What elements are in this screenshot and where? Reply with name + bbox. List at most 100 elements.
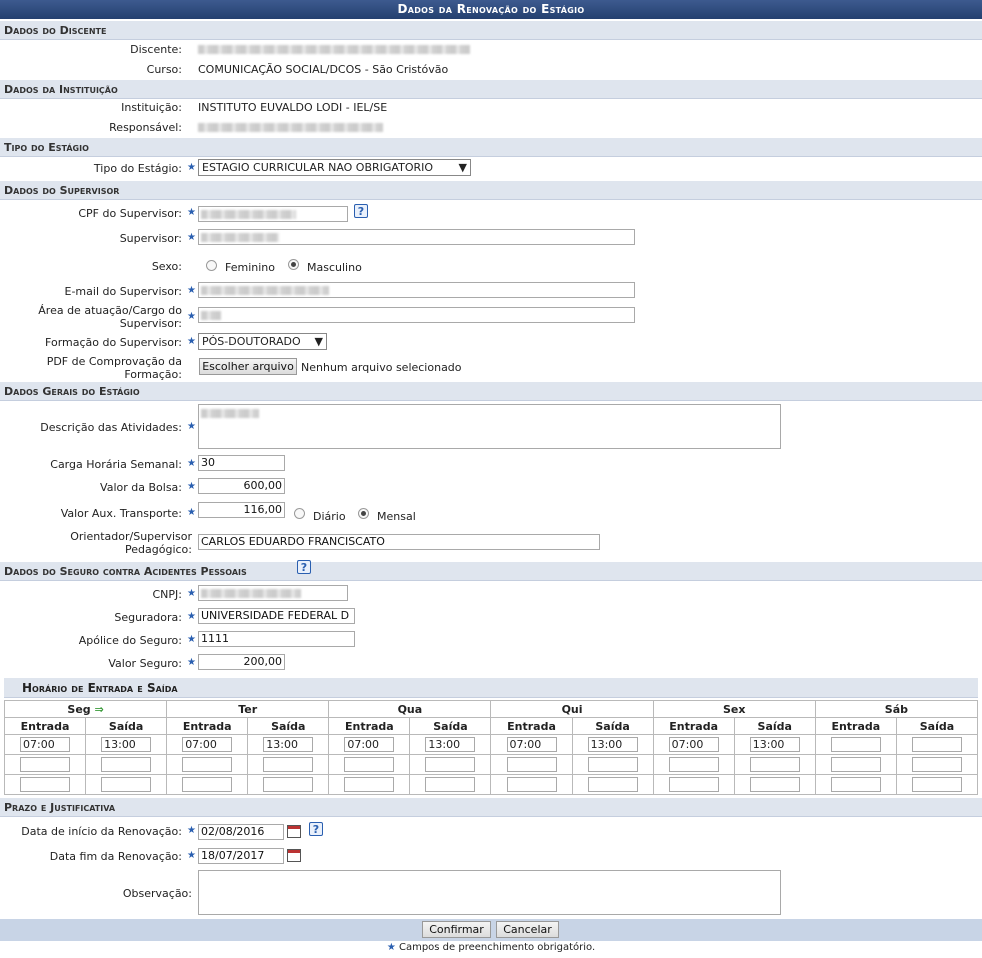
required-star: ★ [187,481,196,492]
schedule-cell [328,774,411,795]
required-star: ★ [187,232,196,243]
cnpj-input[interactable] [198,585,348,601]
transporte-input[interactable]: 116,00 [198,502,285,518]
required-star: ★ [187,421,196,432]
observacao-textarea[interactable] [198,870,781,915]
entrada-header: Entrada [166,717,249,735]
entrada-header: Entrada [652,717,735,735]
time-input[interactable]: 07:00 [668,737,719,752]
schedule-cell: 07:00 [328,734,411,755]
schedule-cell [571,774,654,795]
valor-seguro-input[interactable]: 200,00 [198,654,285,670]
time-input[interactable]: 13:00 [587,737,638,752]
page-title: Dados da Renovação do Estágio [0,0,982,19]
area-label: Área de atuação/Cargo do Supervisor: [38,304,182,330]
calendar-icon[interactable] [287,825,301,838]
time-input[interactable] [830,757,881,772]
schedule-cell: 13:00 [733,734,816,755]
time-input[interactable] [344,757,395,772]
time-input[interactable] [830,777,881,792]
discente-label: Discente: [130,43,182,56]
day-header: Sáb [814,700,979,718]
time-input[interactable] [668,757,719,772]
formacao-select[interactable]: PÓS-DOUTORADO ▼ [198,333,327,350]
schedule-cell: 13:00 [409,734,492,755]
radio-diario[interactable] [294,508,305,519]
masculino-label: Masculino [307,261,362,274]
saida-header: Saída [409,717,492,735]
apolice-input[interactable]: 1111 [198,631,355,647]
time-input[interactable] [344,777,395,792]
calendar-icon[interactable] [287,849,301,862]
help-icon[interactable]: ? [297,560,311,574]
day-label: Sex [722,702,746,716]
required-star: ★ [187,657,196,668]
time-input[interactable] [668,777,719,792]
schedule-cell [814,754,897,775]
time-input[interactable] [911,757,962,772]
time-input[interactable] [101,757,152,772]
time-input[interactable] [749,757,800,772]
descricao-textarea[interactable] [198,404,781,449]
time-input[interactable] [506,757,557,772]
help-icon[interactable]: ? [354,204,368,218]
email-input[interactable] [198,282,635,298]
time-input[interactable] [911,737,962,752]
radio-mensal[interactable] [358,508,369,519]
orientador-input[interactable]: CARLOS EDUARDO FRANCISCATO [198,534,600,550]
time-input[interactable]: 13:00 [749,737,800,752]
time-input[interactable] [263,757,314,772]
bolsa-input[interactable]: 600,00 [198,478,285,494]
time-input[interactable] [749,777,800,792]
tipo-select[interactable]: ESTAGIO CURRICULAR NAO OBRIGATORIO ▼ [198,159,471,176]
time-input[interactable]: 13:00 [263,737,314,752]
orientador-label: Orientador/Supervisor Pedagógico: [70,530,192,556]
time-input[interactable]: 07:00 [182,737,233,752]
schedule-row: 07:00 13:00 07:00 13:00 07:00 13:00 07:00 13:00… [3,734,979,755]
time-input[interactable] [182,757,233,772]
choose-file-button[interactable]: Escolher arquivo [199,358,297,375]
time-input[interactable] [425,757,476,772]
feminino-label: Feminino [225,261,275,274]
time-input[interactable] [20,777,71,792]
cancel-button[interactable]: Cancelar [496,921,559,938]
copy-arrow-icon[interactable]: ⇒ [91,703,104,716]
time-input[interactable]: 07:00 [20,737,71,752]
time-input[interactable] [587,777,638,792]
time-input[interactable]: 13:00 [425,737,476,752]
time-input[interactable] [20,757,71,772]
time-input[interactable] [587,757,638,772]
radio-masculino[interactable] [288,259,299,270]
time-input[interactable] [911,777,962,792]
schedule-cell [490,774,573,795]
time-input[interactable] [425,777,476,792]
cpf-input[interactable] [198,206,348,222]
time-input[interactable] [830,737,881,752]
time-input[interactable] [182,777,233,792]
fim-input[interactable]: 18/07/2017 [198,848,284,864]
schedule-cell [166,754,249,775]
help-icon[interactable]: ? [309,822,323,836]
section-discente: Dados do Discente [0,21,982,40]
seguradora-input[interactable]: UNIVERSIDADE FEDERAL D [198,608,355,624]
supervisor-input[interactable] [198,229,635,245]
time-input[interactable] [101,777,152,792]
time-input[interactable]: 07:00 [344,737,395,752]
time-input[interactable]: 07:00 [506,737,557,752]
diario-label: Diário [313,510,346,523]
day-header: Qui [490,700,654,718]
inicio-input[interactable]: 02/08/2016 [198,824,284,840]
time-input[interactable] [506,777,557,792]
confirm-button[interactable]: Confirmar [422,921,491,938]
cnpj-label: CNPJ: [152,588,183,601]
radio-feminino[interactable] [206,260,217,271]
time-input[interactable]: 13:00 [101,737,152,752]
required-star: ★ [187,311,196,322]
schedule-cell [490,754,573,775]
time-input[interactable] [263,777,314,792]
area-input[interactable] [198,307,635,323]
section-instituicao: Dados da Instituição [0,80,982,99]
carga-input[interactable]: 30 [198,455,285,471]
required-star: ★ [187,336,196,347]
required-star: ★ [187,634,196,645]
